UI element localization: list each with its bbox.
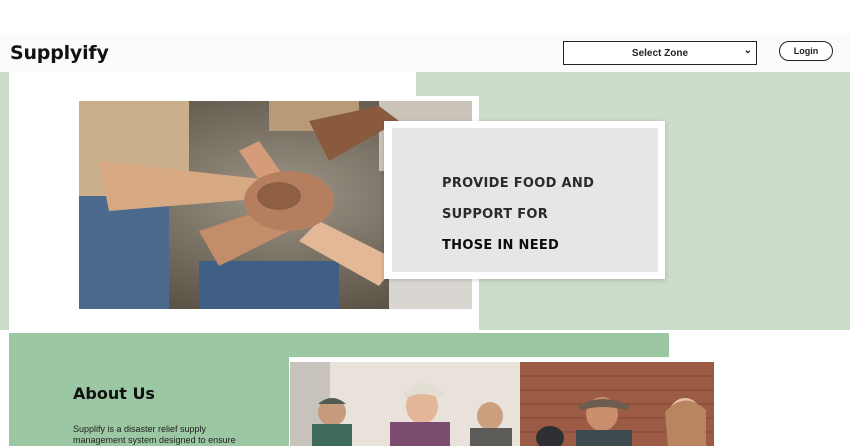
about-title: About Us (73, 384, 155, 403)
about-description-line-1: Supplify is a disaster relief supply (73, 424, 207, 434)
hero-heading-line-1: PROVIDE FOOD AND (442, 176, 595, 191)
volunteers-photo (290, 362, 714, 446)
login-button[interactable]: Login (779, 41, 833, 61)
hero-left-accent (0, 72, 9, 330)
zone-select-dropdown[interactable]: Select Zone ⌄ (563, 41, 757, 65)
chevron-down-icon: ⌄ (743, 45, 752, 56)
about-description-line-2: management system designed to ensure (73, 435, 236, 445)
hero-heading-line-3: THOSE IN NEED (442, 238, 560, 253)
about-description: Supplify is a disaster relief supply man… (73, 424, 273, 446)
zone-select-value: Select Zone (631, 47, 689, 59)
hero-heading-line-2: SUPPORT FOR (442, 207, 549, 222)
top-margin (0, 0, 850, 34)
about-top-band (9, 333, 669, 357)
site-logo[interactable]: Supplyify (10, 42, 109, 64)
